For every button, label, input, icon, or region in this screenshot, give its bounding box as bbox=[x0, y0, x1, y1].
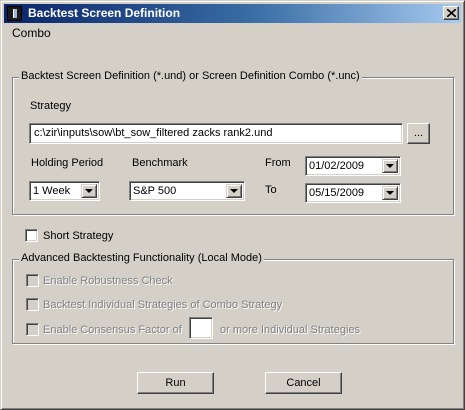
menu-combo[interactable]: Combo bbox=[12, 26, 51, 40]
strategy-label: Strategy bbox=[30, 100, 71, 112]
chevron-down-icon bbox=[85, 189, 93, 193]
benchmark-label: Benchmark bbox=[132, 157, 188, 169]
short-strategy-checkbox[interactable] bbox=[25, 229, 38, 242]
cancel-button[interactable]: Cancel bbox=[265, 372, 342, 394]
consensus-factor-input[interactable] bbox=[189, 317, 213, 339]
holding-period-value: 1 Week bbox=[33, 185, 71, 197]
short-strategy-label[interactable]: Short Strategy bbox=[43, 230, 113, 242]
menu-bar: Combo bbox=[4, 24, 461, 42]
dialog-window: Backtest Screen Definition Combo Backtes… bbox=[0, 0, 465, 410]
app-icon bbox=[7, 6, 22, 21]
benchmark-dropdown-button[interactable] bbox=[226, 184, 242, 198]
individual-strategies-checkbox[interactable] bbox=[26, 298, 39, 311]
holding-period-select[interactable]: 1 Week bbox=[29, 181, 100, 201]
close-icon bbox=[447, 9, 456, 17]
definition-group-title: Backtest Screen Definition (*.und) or Sc… bbox=[19, 70, 362, 82]
benchmark-value: S&P 500 bbox=[133, 185, 177, 197]
robustness-check-checkbox[interactable] bbox=[26, 274, 39, 287]
strategy-path-field[interactable]: c:\zir\inputs\sow\bt_sow_filtered zacks … bbox=[29, 123, 403, 144]
close-button[interactable] bbox=[443, 6, 459, 20]
advanced-group-title: Advanced Backtesting Functionality (Loca… bbox=[19, 252, 264, 264]
to-date-value: 05/15/2009 bbox=[309, 187, 365, 199]
from-label: From bbox=[265, 157, 291, 169]
holding-period-label: Holding Period bbox=[31, 157, 104, 169]
benchmark-select[interactable]: S&P 500 bbox=[129, 181, 245, 201]
chevron-down-icon bbox=[230, 189, 238, 193]
chevron-down-icon bbox=[386, 191, 394, 195]
to-date-dropdown-button[interactable] bbox=[382, 186, 398, 200]
browse-button[interactable]: ... bbox=[407, 123, 430, 144]
chevron-down-icon bbox=[386, 164, 394, 168]
window-title: Backtest Screen Definition bbox=[28, 6, 181, 20]
run-button[interactable]: Run bbox=[137, 372, 214, 394]
from-date-dropdown-button[interactable] bbox=[382, 159, 398, 173]
individual-strategies-label: Backtest Individual Strategies of Combo … bbox=[43, 299, 283, 311]
holding-period-dropdown-button[interactable] bbox=[81, 184, 97, 198]
consensus-factor-suffix: or more Individual Strategies bbox=[220, 324, 361, 336]
to-date-picker[interactable]: 05/15/2009 bbox=[305, 183, 401, 203]
consensus-factor-label: Enable Consensus Factor of bbox=[43, 324, 182, 336]
from-date-value: 01/02/2009 bbox=[309, 160, 365, 172]
consensus-factor-checkbox[interactable] bbox=[26, 323, 39, 336]
title-bar[interactable]: Backtest Screen Definition bbox=[4, 4, 461, 23]
to-label: To bbox=[265, 184, 277, 196]
robustness-check-label: Enable Robustness Check bbox=[43, 275, 173, 287]
from-date-picker[interactable]: 01/02/2009 bbox=[305, 156, 401, 176]
